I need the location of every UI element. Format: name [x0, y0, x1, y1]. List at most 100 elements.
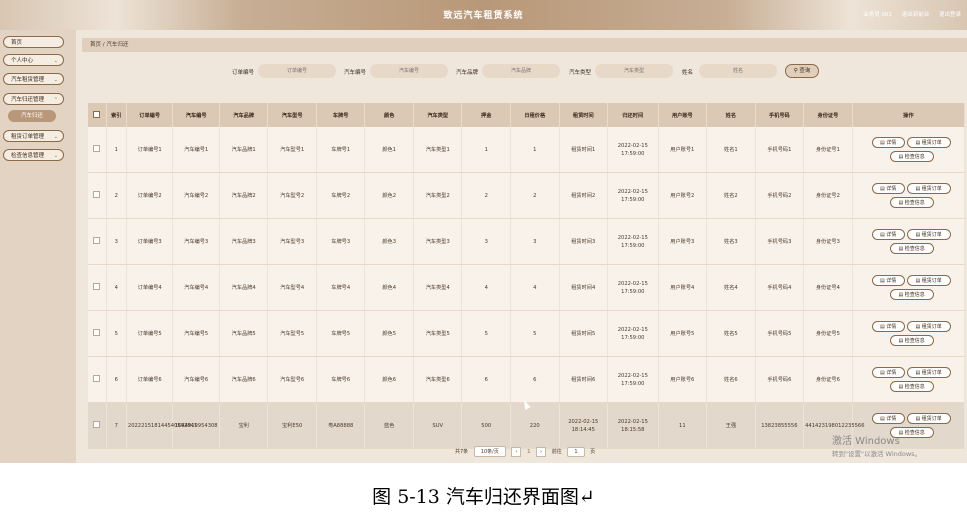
- rental-order-button[interactable]: ▤ 租赁订单: [906, 229, 951, 240]
- inspection-button[interactable]: ▤ 检查信息: [889, 243, 934, 254]
- row-actions: ▤ 详情 ▤ 租赁订单 ▤ 检查信息: [852, 264, 966, 311]
- col-header[interactable]: 颜色: [364, 103, 414, 127]
- breadcrumb-home[interactable]: 首页: [90, 42, 101, 48]
- row-checkbox[interactable]: [88, 356, 107, 403]
- next-page-button[interactable]: ›: [536, 447, 547, 457]
- search-label-type: 汽车类型: [569, 70, 592, 76]
- table-header-row: 索引 订单编号 汽车编号 汽车品牌 汽车型号 车牌号 颜色 汽车类型 押金 日租…: [88, 103, 966, 127]
- table-cell: 手机号码5: [755, 310, 805, 357]
- col-header[interactable]: 汽车编号: [172, 103, 220, 127]
- prev-page-button[interactable]: ‹: [511, 447, 522, 457]
- col-header[interactable]: 订单编号: [126, 103, 174, 127]
- row-actions: ▤ 详情 ▤ 租赁订单 ▤ 检查信息: [852, 310, 966, 357]
- table-cell: 汽车类型3: [413, 218, 463, 265]
- pagination: 共7条 10条/页 ‹ 1 › 前往 1 页: [455, 446, 599, 457]
- table-cell: 姓名1: [706, 127, 756, 173]
- col-header[interactable]: 汽车类型: [413, 103, 463, 127]
- table-cell: 身份证号2: [803, 172, 853, 219]
- col-header[interactable]: 车牌号: [316, 103, 366, 127]
- rental-order-button[interactable]: ▤ 租赁订单: [906, 275, 951, 286]
- inspection-button[interactable]: ▤ 检查信息: [889, 381, 934, 392]
- inspection-button[interactable]: ▤ 检查信息: [889, 335, 934, 346]
- page-size-select[interactable]: 10条/页: [473, 446, 506, 457]
- inspection-button[interactable]: ▤ 检查信息: [889, 151, 934, 162]
- sidebar-item-inspection[interactable]: 检查信息管理 ⌄: [3, 149, 64, 161]
- car-no-input[interactable]: [370, 64, 448, 78]
- table-cell: 租赁时间1: [559, 127, 609, 173]
- detail-button[interactable]: ▤ 详情: [871, 137, 905, 148]
- search-button[interactable]: ⚲ 查询: [785, 64, 819, 78]
- col-header[interactable]: 汽车型号: [267, 103, 317, 127]
- app-title: 致远汽车租赁系统: [443, 11, 524, 21]
- table-cell: 用户账号1: [658, 127, 708, 173]
- row-checkbox[interactable]: [88, 264, 107, 311]
- action-label: 检查信息: [904, 292, 925, 298]
- row-checkbox[interactable]: [88, 172, 107, 219]
- col-header[interactable]: 用户账号: [658, 103, 708, 127]
- col-header[interactable]: 手机号码: [755, 103, 805, 127]
- inspection-button[interactable]: ▤ 检查信息: [889, 197, 934, 208]
- brand-input[interactable]: [482, 64, 560, 78]
- col-header[interactable]: 姓名: [706, 103, 756, 127]
- col-header[interactable]: 日租价格: [510, 103, 560, 127]
- detail-button[interactable]: ▤ 详情: [871, 367, 905, 378]
- table-cell: 5: [106, 310, 127, 357]
- detail-button[interactable]: ▤ 详情: [871, 229, 905, 240]
- name-input[interactable]: [699, 64, 777, 78]
- action-label: 检查信息: [904, 154, 925, 160]
- page-number[interactable]: 1: [527, 449, 530, 455]
- row-checkbox[interactable]: [88, 127, 107, 173]
- order-no-input[interactable]: [258, 64, 336, 78]
- table-cell: 7: [106, 402, 127, 449]
- search-label-name: 姓名: [682, 70, 694, 76]
- table-cell: 车牌号6: [316, 356, 366, 403]
- action-label: 租赁订单: [921, 140, 942, 146]
- table-cell: 车牌号2: [316, 172, 366, 219]
- table-cell: 租赁时间2: [559, 172, 609, 219]
- table-cell: 汽车编号1: [172, 127, 220, 173]
- rental-order-button[interactable]: ▤ 租赁订单: [906, 137, 951, 148]
- action-label: 租赁订单: [921, 416, 942, 422]
- rental-order-button[interactable]: ▤ 租赁订单: [906, 367, 951, 378]
- row-checkbox[interactable]: [88, 402, 107, 449]
- back-front-link[interactable]: 退出到前台: [902, 12, 930, 18]
- row-actions: ▤ 详情 ▤ 租赁订单 ▤ 检查信息: [852, 356, 966, 403]
- rental-order-button[interactable]: ▤ 租赁订单: [906, 321, 951, 332]
- sidebar-item-home[interactable]: 首页: [3, 36, 64, 48]
- inspection-button[interactable]: ▤ 检查信息: [889, 289, 934, 300]
- table-cell: 姓名2: [706, 172, 756, 219]
- col-header[interactable]: 租赁时间: [559, 103, 609, 127]
- col-header[interactable]: 汽车品牌: [219, 103, 269, 127]
- breadcrumb: 首页 / 汽车归还: [82, 38, 967, 52]
- detail-button[interactable]: ▤ 详情: [871, 183, 905, 194]
- sidebar-subitem-car-return[interactable]: 汽车归还: [8, 110, 56, 122]
- table-cell: 用户账号5: [658, 310, 708, 357]
- detail-button[interactable]: ▤ 详情: [871, 321, 905, 332]
- col-header[interactable]: 身份证号: [803, 103, 853, 127]
- row-checkbox[interactable]: [88, 310, 107, 357]
- table-row: 1 订单编号1 汽车编号1 汽车品牌1 汽车型号1 车牌号1 颜色1 汽车类型1 1 1 租赁时间1…: [88, 127, 966, 173]
- detail-button[interactable]: ▤ 详情: [871, 413, 905, 424]
- sidebar-item-rental[interactable]: 汽车租赁管理 ⌄: [3, 73, 64, 85]
- table-cell: 汽车品牌3: [219, 218, 269, 265]
- sidebar-item-profile[interactable]: 个人中心 ⌄: [3, 54, 64, 66]
- select-all-checkbox[interactable]: [88, 103, 107, 127]
- goto-label: 前往: [551, 449, 562, 455]
- logout-link[interactable]: 退出登录: [939, 12, 961, 18]
- goto-page-input[interactable]: 1: [567, 447, 585, 457]
- detail-button[interactable]: ▤ 详情: [871, 275, 905, 286]
- table-cell: 租赁时间5: [559, 310, 609, 357]
- sidebar-item-return[interactable]: 汽车归还管理 ⌃: [3, 93, 64, 105]
- table-cell: 5: [510, 310, 560, 357]
- col-header[interactable]: 押金: [461, 103, 511, 127]
- rental-order-button[interactable]: ▤ 租赁订单: [906, 413, 951, 424]
- table-cell: 汽车编号6: [172, 356, 220, 403]
- type-input[interactable]: [595, 64, 673, 78]
- rental-order-button[interactable]: ▤ 租赁订单: [906, 183, 951, 194]
- row-checkbox[interactable]: [88, 218, 107, 265]
- table-cell: 汽车型号2: [267, 172, 317, 219]
- sidebar-item-orders[interactable]: 租赁订单管理 ⌄: [3, 130, 64, 142]
- table-cell: 2: [461, 172, 511, 219]
- table-cell: 2022-02-15 17:59:00: [607, 127, 659, 173]
- col-header[interactable]: 归还时间: [607, 103, 659, 127]
